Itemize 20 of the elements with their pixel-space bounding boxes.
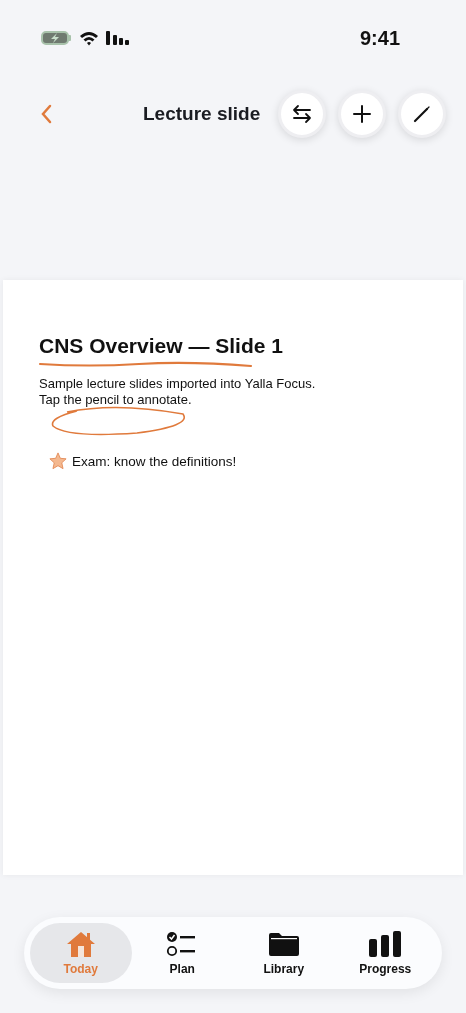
swap-arrows-icon: [291, 103, 313, 125]
slide-text: Tap the pencil to annotate.: [39, 392, 193, 408]
slide-title: CNS Overview — Slide 1: [39, 334, 283, 358]
signal-icon: [106, 31, 130, 45]
plus-icon: [352, 104, 372, 124]
tab[interactable]: Progress: [334, 923, 436, 983]
swap-button[interactable]: [278, 90, 326, 138]
note-text: Exam: know the definitions!: [72, 453, 237, 469]
tab[interactable]: Plan: [131, 923, 233, 983]
slide-text: Sample lecture slides imported into Yalla Focus.: [39, 376, 317, 392]
bar-chart-icon: [368, 930, 403, 958]
add-button[interactable]: [338, 90, 386, 138]
battery-icon: [40, 30, 72, 46]
screen-title: Lecture slide: [143, 103, 261, 125]
pencil-icon: [412, 104, 432, 124]
status-time: 9:41: [359, 26, 400, 50]
star-icon: [49, 452, 67, 470]
folder-icon: [267, 930, 300, 958]
tab[interactable]: Library: [233, 923, 335, 983]
wifi-icon: [79, 30, 99, 46]
